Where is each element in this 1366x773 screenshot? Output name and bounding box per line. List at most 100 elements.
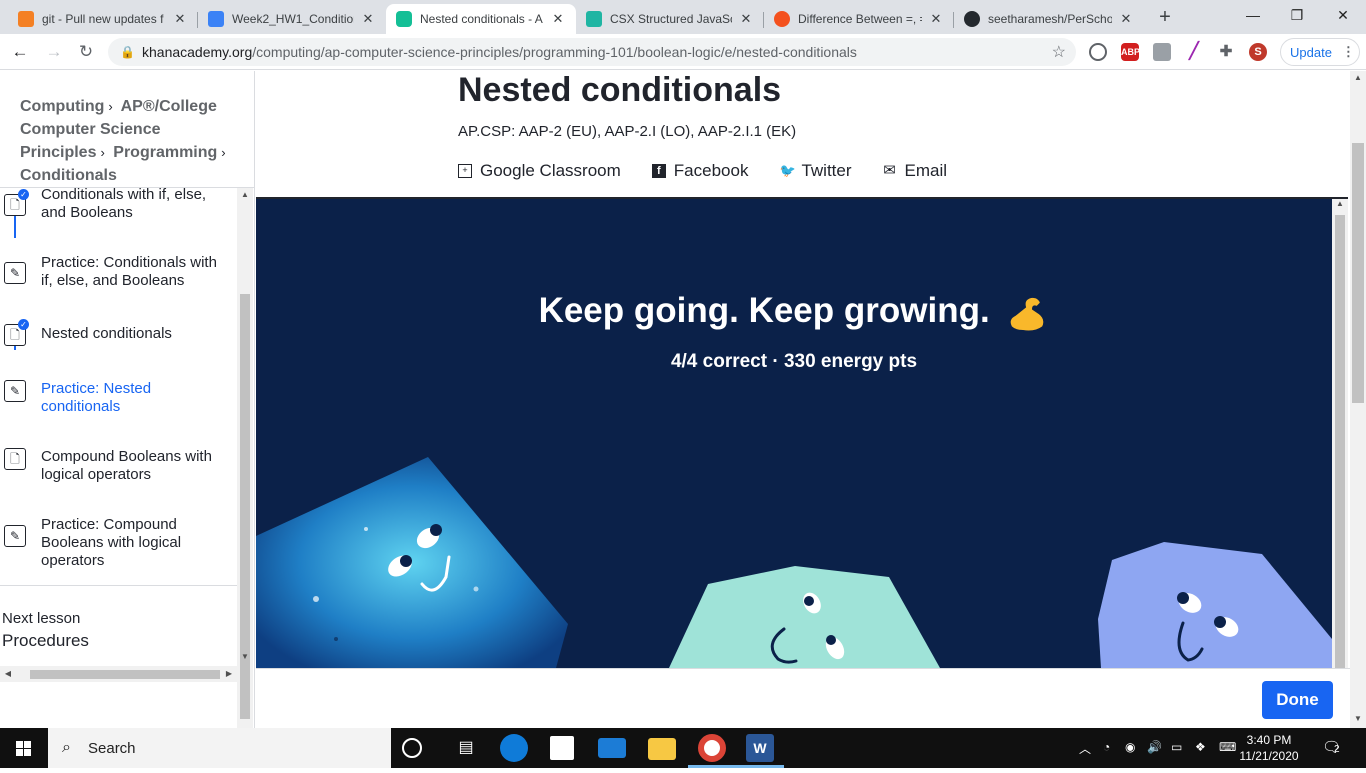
email-share[interactable]: ✉ Email	[883, 161, 947, 181]
stackoverflow-favicon-icon	[18, 11, 34, 27]
scroll-down-arrow-icon[interactable]: ▼	[237, 652, 253, 661]
update-button[interactable]: Update ⋮	[1280, 38, 1360, 66]
csx-favicon-icon	[586, 11, 602, 27]
browser-tab-active[interactable]: Nested conditionals - A ✕	[386, 4, 576, 34]
breadcrumb-item[interactable]: Computing	[20, 98, 104, 115]
bookmark-star-icon[interactable]: ☆	[1052, 42, 1066, 62]
close-tab-icon[interactable]: ✕	[928, 11, 944, 27]
completion-panel: Keep going. Keep growing. 4/4 correct · …	[256, 199, 1332, 668]
browser-tab[interactable]: CSX Structured JavaScri ✕	[576, 4, 764, 34]
google-classroom-icon: +	[458, 164, 472, 178]
scrollbar-thumb[interactable]	[1335, 215, 1345, 668]
twitter-icon: 🐦	[779, 163, 796, 178]
close-window-icon[interactable]: ✕	[1320, 0, 1366, 30]
volume-icon[interactable]: 🔊	[1147, 740, 1162, 754]
battery-icon[interactable]: ▭	[1171, 740, 1182, 754]
scroll-up-arrow-icon[interactable]: ▲	[1332, 199, 1348, 208]
file-explorer-icon[interactable]	[648, 738, 676, 760]
scroll-up-arrow-icon[interactable]: ▲	[1350, 73, 1366, 82]
scrollbar-thumb[interactable]	[1352, 143, 1364, 403]
address-bar[interactable]: 🔒 khanacademy.org/computing/ap-computer-…	[108, 38, 1076, 66]
clock[interactable]: 3:40 PM 11/21/2020	[1232, 732, 1306, 764]
panel-scrollbar[interactable]: ▲	[1332, 199, 1348, 668]
profile-avatar[interactable]: S	[1249, 43, 1267, 61]
web-page: Computing › AP®/College Computer Science …	[0, 71, 1366, 728]
page-scrollbar[interactable]: ▲ ▼	[1350, 71, 1366, 728]
forward-arrow-icon[interactable]: →	[42, 40, 66, 64]
done-button[interactable]: Done	[1262, 681, 1333, 719]
word-icon[interactable]: W	[746, 734, 774, 762]
browser-tab[interactable]: git - Pull new updates f ✕	[8, 4, 198, 34]
notification-center-icon[interactable]: 🗨 2	[1322, 738, 1344, 758]
browser-tab-strip: git - Pull new updates f ✕ Week2_HW1_Con…	[0, 0, 1366, 34]
breadcrumb-item[interactable]: Programming	[113, 144, 217, 161]
browser-tab[interactable]: Difference Between =, = ✕	[764, 4, 954, 34]
breadcrumb-item[interactable]: Conditionals	[20, 167, 117, 184]
new-tab-plus-icon[interactable]: +	[1154, 6, 1176, 28]
twitter-share[interactable]: 🐦 Twitter	[779, 161, 851, 181]
adblock-plus-icon[interactable]: ABP	[1121, 43, 1140, 61]
url-domain: khanacademy.org	[142, 44, 253, 60]
scroll-left-arrow-icon[interactable]: ◀	[0, 666, 16, 682]
extension-gray-icon[interactable]	[1153, 43, 1171, 61]
cortana-icon[interactable]	[402, 738, 422, 758]
extension-circle-icon[interactable]	[1089, 43, 1107, 61]
lesson-item[interactable]: ✎ Practice: Compound Booleans with logic…	[0, 516, 237, 596]
close-tab-icon[interactable]: ✕	[1118, 11, 1134, 27]
scroll-right-arrow-icon[interactable]: ▶	[221, 666, 237, 682]
puzzle-extensions-icon[interactable]: ✚	[1217, 43, 1235, 61]
scroll-up-arrow-icon[interactable]: ▲	[237, 190, 253, 199]
tab-title: seetharamesh/PerSchol	[988, 12, 1112, 26]
back-arrow-icon[interactable]: ←	[8, 40, 32, 64]
site-favicon-icon	[774, 11, 790, 27]
lesson-label: Practice: Compound Booleans with logical…	[41, 516, 182, 569]
pencil-icon: ✎	[4, 380, 26, 402]
scrollbar-thumb[interactable]	[30, 670, 220, 679]
sidebar-scrollbar[interactable]: ▲ ▼	[237, 188, 253, 728]
browser-tab[interactable]: seetharamesh/PerSchol ✕	[954, 4, 1144, 34]
scroll-down-arrow-icon[interactable]: ▼	[1350, 714, 1366, 723]
browser-toolbar: ← → ↻ 🔒 khanacademy.org/computing/ap-com…	[0, 34, 1366, 70]
page-title: Nested conditionals	[458, 71, 782, 109]
windows-start-button[interactable]	[0, 728, 48, 768]
task-view-icon[interactable]: ▤	[452, 734, 480, 762]
lesson-item-current[interactable]: ✎ Practice: Nested conditionals	[0, 380, 237, 440]
sidebar-horizontal-scrollbar[interactable]: ◀ ▶	[0, 666, 237, 682]
lesson-item[interactable]: 🗋 Compound Booleans with logical operato…	[0, 448, 237, 508]
clock-date: 11/21/2020	[1239, 749, 1299, 763]
close-tab-icon[interactable]: ✕	[550, 11, 566, 27]
close-tab-icon[interactable]: ✕	[738, 11, 754, 27]
restore-icon[interactable]: ❐	[1274, 0, 1320, 30]
chrome-icon[interactable]	[698, 734, 726, 762]
tab-title: Difference Between =, =	[798, 12, 922, 26]
lesson-item[interactable]: ✎ Practice: Conditionals with if, else, …	[0, 252, 237, 312]
wifi-icon[interactable]: ◔	[1103, 740, 1110, 754]
browser-tab[interactable]: Week2_HW1_Condition ✕	[198, 4, 386, 34]
chrome-tray-icon[interactable]: ◉	[1125, 740, 1135, 754]
close-tab-icon[interactable]: ✕	[172, 11, 188, 27]
store-icon[interactable]	[550, 736, 574, 760]
chevron-up-icon[interactable]: ︿	[1079, 740, 1091, 757]
windows-taskbar: ⌕ Search ▤ W ︿ ◔ ◉ 🔊 ▭ ❖ ⌨ 3:40 PM 11/21…	[0, 728, 1366, 768]
url-path: /computing/ap-computer-science-principle…	[252, 44, 857, 60]
google-classroom-share[interactable]: + Google Classroom	[458, 161, 621, 181]
dropbox-icon[interactable]: ❖	[1195, 740, 1206, 754]
lesson-item[interactable]: 🗋 ✓ Nested conditionals	[0, 316, 237, 376]
score-summary: 4/4 correct · 330 energy pts	[670, 351, 918, 372]
edge-browser-icon[interactable]	[500, 734, 528, 762]
lesson-item[interactable]: 🗋 ✓ Conditionals with if, else, and Bool…	[0, 188, 237, 248]
pencil-icon: ✎	[4, 262, 26, 284]
next-lesson-link[interactable]: Procedures	[2, 631, 89, 651]
close-tab-icon[interactable]: ✕	[360, 11, 376, 27]
next-lesson-label: Next lesson	[2, 610, 81, 627]
blue-galaxy-critter	[256, 457, 568, 668]
reload-icon[interactable]: ↻	[74, 40, 98, 64]
kebab-menu-icon[interactable]: ⋮	[1342, 44, 1355, 60]
lesson-list: 🗋 ✓ Conditionals with if, else, and Bool…	[0, 188, 237, 668]
facebook-share[interactable]: f Facebook	[651, 161, 748, 181]
taskbar-search[interactable]: ⌕ Search	[48, 728, 391, 768]
exercise-main: Nested conditionals AP.CSP: AAP-2 (EU), …	[256, 71, 1350, 728]
minimize-icon[interactable]: —	[1230, 0, 1276, 30]
mail-icon[interactable]	[598, 738, 626, 758]
pen-extension-icon[interactable]: ╱	[1185, 43, 1203, 61]
